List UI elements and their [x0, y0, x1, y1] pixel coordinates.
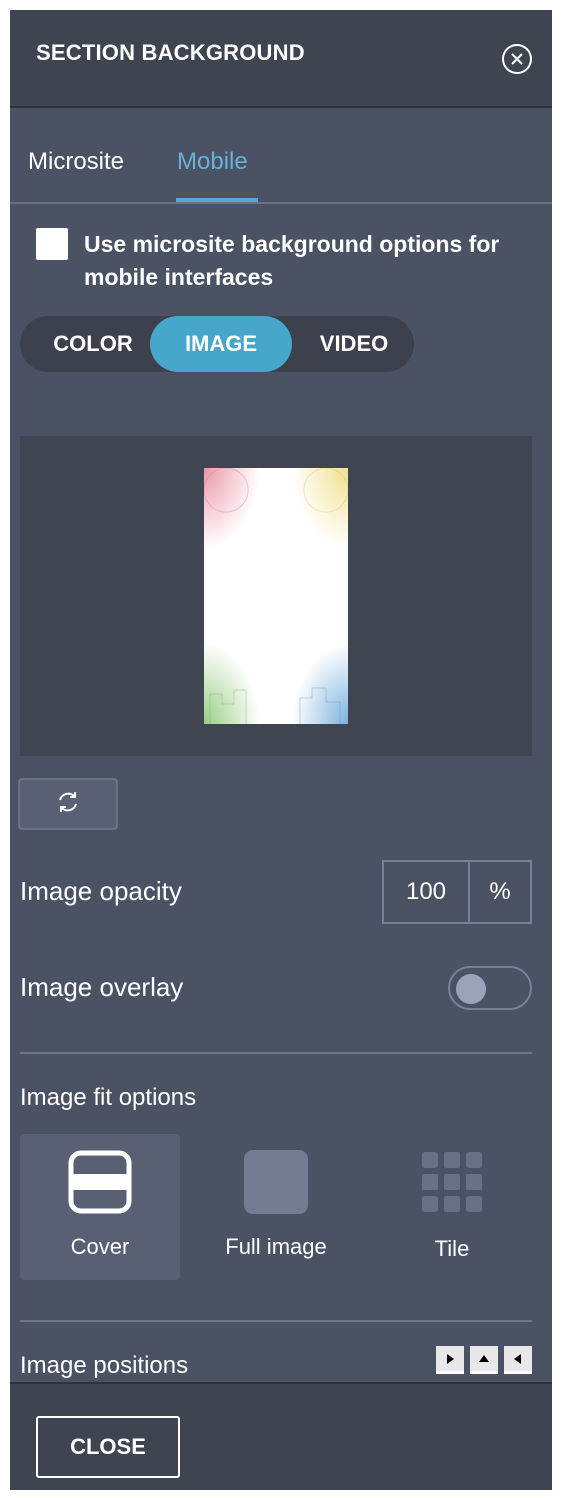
arrow-right-icon[interactable]: [436, 1346, 464, 1374]
image-positions-label: Image positions: [20, 1352, 189, 1379]
opacity-input[interactable]: [384, 862, 470, 922]
image-opacity-label: Image opacity: [20, 876, 182, 906]
panel-header: SECTION BACKGROUND: [10, 10, 552, 108]
fit-option-label: Cover: [70, 1234, 130, 1259]
divider: [20, 1320, 532, 1322]
close-button[interactable]: CLOSE: [36, 1416, 180, 1478]
type-color-button[interactable]: COLOR: [38, 316, 148, 372]
tile-icon: [420, 1150, 484, 1214]
background-type-selector: COLOR IMAGE VIDEO: [20, 316, 414, 372]
arrow-left-icon[interactable]: [504, 1346, 532, 1374]
panel-footer: CLOSE: [10, 1382, 552, 1490]
tab-microsite[interactable]: Microsite: [28, 148, 124, 176]
toggle-knob: [456, 974, 486, 1004]
fit-option-label: Full image: [225, 1234, 327, 1259]
circle-close-icon[interactable]: [502, 44, 532, 74]
section-background-panel: SECTION BACKGROUND Microsite Mobile Use …: [10, 10, 552, 1490]
opacity-unit: %: [489, 878, 511, 905]
mobile-options-checkbox[interactable]: [36, 228, 68, 260]
type-video-button[interactable]: VIDEO: [294, 316, 414, 372]
panel-title: SECTION BACKGROUND: [36, 40, 305, 65]
mobile-options-label: Use microsite background options for mob…: [84, 231, 500, 290]
fit-option-label: Tile: [434, 1236, 470, 1261]
background-image-thumbnail[interactable]: [204, 468, 348, 724]
opacity-field: %: [382, 860, 532, 924]
image-overlay-label: Image overlay: [20, 972, 184, 1002]
fit-option-tile[interactable]: Tile: [372, 1134, 532, 1280]
full-image-icon: [244, 1150, 308, 1214]
image-preview-area: [20, 436, 532, 756]
fit-option-full-image[interactable]: Full image: [196, 1134, 356, 1280]
tab-bar: Microsite Mobile: [10, 108, 552, 204]
divider: [20, 1052, 532, 1054]
cover-icon: [68, 1150, 132, 1214]
active-tab-indicator: [176, 198, 258, 202]
tab-mobile[interactable]: Mobile: [177, 148, 248, 176]
type-image-button[interactable]: IMAGE: [150, 316, 292, 372]
refresh-icon: [55, 789, 81, 820]
arrow-up-icon[interactable]: [470, 1346, 498, 1374]
image-overlay-toggle[interactable]: [448, 966, 532, 1010]
image-fit-label: Image fit options: [20, 1084, 197, 1111]
refresh-image-button[interactable]: [18, 778, 118, 830]
fit-option-cover[interactable]: Cover: [20, 1134, 180, 1280]
